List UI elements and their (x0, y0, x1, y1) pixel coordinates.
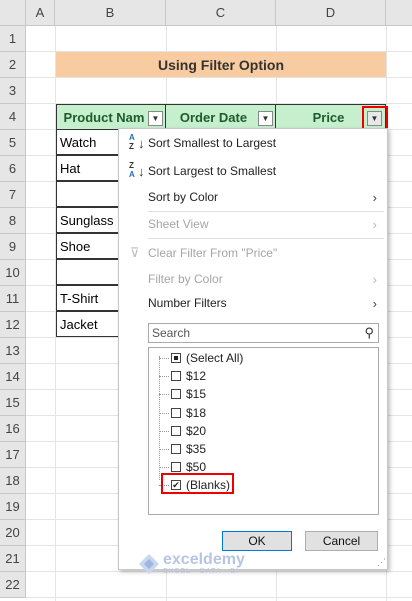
row-header[interactable]: 5 (0, 130, 26, 156)
blanks-highlight (161, 473, 234, 494)
sort-ascending-icon: AZ (129, 133, 135, 151)
chevron-right-icon: › (372, 295, 377, 311)
filter-item[interactable]: $35 (171, 440, 206, 458)
column-header-d[interactable]: D (276, 0, 386, 26)
row-header[interactable]: 17 (0, 442, 26, 468)
menu-filter-by-color: Filter by Color › (119, 266, 387, 292)
filter-item-label: (Select All) (186, 351, 244, 365)
row-header[interactable]: 16 (0, 416, 26, 442)
chevron-right-icon: › (372, 216, 377, 232)
checkbox-icon[interactable] (171, 371, 181, 382)
watermark-tagline: EXCEL · DATA · BI (163, 568, 239, 575)
row-header[interactable]: 3 (0, 78, 26, 104)
menu-sheet-view: Sheet View › (119, 211, 387, 237)
filter-item[interactable]: $12 (171, 367, 206, 385)
row-header[interactable]: 20 (0, 520, 26, 546)
row-header[interactable]: 8 (0, 208, 26, 234)
row-header[interactable]: 15 (0, 390, 26, 416)
watermark-brand: exceldemy (163, 551, 245, 568)
filter-dropdown-product[interactable]: ▼ (148, 111, 163, 126)
row-header[interactable]: 12 (0, 312, 26, 338)
search-placeholder: Search (152, 326, 191, 340)
sheet-title: Using Filter Option (56, 52, 386, 77)
filter-item-select-all[interactable]: (Select All) (171, 349, 243, 367)
tree-connector (159, 412, 169, 414)
filter-item-label: $20 (186, 423, 207, 438)
column-header-b[interactable]: B (55, 0, 166, 26)
tree-connector (159, 449, 169, 450)
checkbox-icon[interactable] (171, 407, 181, 418)
tree-connector (159, 356, 160, 480)
exceldemy-logo-icon (139, 553, 159, 574)
row-header[interactable]: 22 (0, 572, 26, 598)
row-header[interactable]: 4 (0, 104, 26, 130)
tree-connector (159, 376, 169, 378)
checkbox-icon[interactable] (171, 462, 181, 473)
menu-number-filters-label: Number Filters (148, 296, 227, 310)
filter-item-label: $15 (186, 387, 207, 402)
menu-sort-descending[interactable]: ZA ↓ Sort Largest to Smallest (119, 158, 387, 184)
filter-search-input[interactable]: Search ⚲ (148, 323, 379, 343)
menu-sort-ascending[interactable]: AZ ↓ Sort Smallest to Largest (119, 130, 387, 156)
column-header-c[interactable]: C (166, 0, 276, 26)
menu-filter-by-color-label: Filter by Color (148, 272, 223, 286)
row-header[interactable]: 2 (0, 52, 26, 78)
row-header[interactable]: 7 (0, 182, 26, 208)
menu-sort-descending-label: Sort Largest to Smallest (148, 164, 277, 178)
checkbox-icon[interactable] (171, 389, 181, 400)
search-icon: ⚲ (364, 325, 374, 340)
tree-connector (159, 467, 169, 469)
row-header[interactable]: 6 (0, 156, 26, 182)
tree-connector (159, 430, 169, 432)
chevron-right-icon: › (372, 189, 377, 205)
menu-sort-by-color-label: Sort by Color (148, 190, 219, 204)
row-header[interactable]: 21 (0, 546, 26, 572)
menu-sheet-view-label: Sheet View (148, 217, 209, 231)
sort-ascending-arrow-icon: ↓ (138, 135, 145, 151)
autofilter-menu: AZ ↓ Sort Smallest to Largest ZA ↓ Sort … (118, 128, 388, 570)
column-header-e[interactable] (386, 0, 412, 26)
exceldemy-watermark: exceldemy EXCEL · DATA · BI (138, 552, 245, 575)
ok-button[interactable]: OK (222, 531, 292, 551)
row-header[interactable]: 1 (0, 26, 26, 52)
row-header[interactable]: 10 (0, 260, 26, 286)
checkbox-partial-icon[interactable] (171, 353, 181, 363)
row-header[interactable]: 9 (0, 234, 26, 260)
sort-descending-arrow-icon: ↓ (138, 163, 145, 179)
filter-item[interactable]: $15 (171, 385, 206, 403)
filter-dropdown-order-date[interactable]: ▼ (258, 111, 273, 126)
clear-filter-icon: ⊽ (130, 245, 140, 260)
gridline-row (26, 597, 412, 598)
tree-connector (159, 358, 169, 359)
checkbox-icon[interactable] (171, 444, 181, 454)
filter-item[interactable]: $20 (171, 422, 206, 440)
menu-sort-by-color[interactable]: Sort by Color › (119, 184, 387, 210)
filter-item-label: $35 (186, 442, 207, 456)
select-all-corner[interactable] (0, 0, 26, 26)
menu-clear-filter-label: Clear Filter From "Price" (148, 246, 278, 260)
column-header-a[interactable]: A (26, 0, 55, 26)
row-header[interactable]: 18 (0, 468, 26, 494)
row-header[interactable]: 14 (0, 364, 26, 390)
chevron-right-icon: › (372, 271, 377, 287)
row-header[interactable]: 13 (0, 338, 26, 364)
gridline-row (26, 77, 412, 78)
header-order-date-label: Order Date (179, 109, 248, 125)
resize-grip-icon[interactable]: ⋰ (377, 557, 386, 568)
filter-item-label: $18 (186, 405, 207, 420)
menu-divider (148, 238, 384, 239)
header-product-label: Product Nam (63, 109, 145, 125)
tree-connector (159, 394, 169, 396)
menu-clear-filter: ⊽ Clear Filter From "Price" (119, 240, 387, 266)
row-header[interactable]: 19 (0, 494, 26, 520)
menu-number-filters[interactable]: Number Filters › (119, 290, 387, 316)
filter-item[interactable]: $18 (171, 404, 206, 422)
sort-descending-icon: ZA (129, 161, 135, 179)
row-header[interactable]: 11 (0, 286, 26, 312)
header-price-label: Price (312, 109, 345, 125)
menu-sort-ascending-label: Sort Smallest to Largest (148, 136, 277, 150)
checkbox-icon[interactable] (171, 425, 181, 436)
cancel-button[interactable]: Cancel (305, 531, 378, 551)
filter-item-label: $12 (186, 369, 207, 384)
